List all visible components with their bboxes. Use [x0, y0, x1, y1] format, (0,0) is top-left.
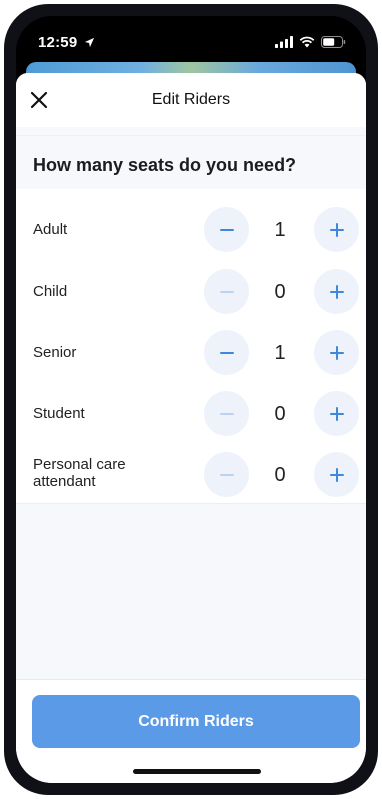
location-arrow-icon	[84, 35, 95, 52]
rider-row-senior: Senior 1	[16, 323, 366, 383]
child-increment-button[interactable]	[314, 269, 359, 314]
rider-row-child: Child 0	[16, 262, 366, 322]
confirm-riders-button[interactable]: Confirm Riders	[32, 695, 360, 748]
attendant-count: 0	[274, 464, 286, 486]
student-count: 0	[274, 403, 286, 425]
rider-row-student: Student 0	[16, 384, 366, 444]
senior-increment-button[interactable]	[314, 330, 359, 375]
student-decrement-button[interactable]	[204, 391, 249, 436]
seats-question: How many seats do you need?	[16, 135, 366, 191]
sheet-footer: Confirm Riders	[16, 679, 366, 783]
student-increment-button[interactable]	[314, 391, 359, 436]
adult-decrement-button[interactable]	[204, 207, 249, 252]
rider-row-adult: Adult 1	[16, 200, 366, 260]
senior-decrement-button[interactable]	[204, 330, 249, 375]
rider-label-child: Child	[33, 283, 68, 300]
sheet-header: Edit Riders	[16, 73, 366, 127]
minus-icon	[219, 412, 234, 415]
adult-increment-button[interactable]	[314, 207, 359, 252]
page-title: Edit Riders	[151, 91, 231, 108]
adult-count: 1	[274, 219, 286, 241]
child-count: 0	[274, 281, 286, 303]
rider-label-student: Student	[33, 405, 85, 422]
attendant-increment-button[interactable]	[314, 452, 359, 497]
plus-icon	[329, 345, 344, 360]
wifi-icon	[299, 35, 315, 53]
attendant-decrement-button[interactable]	[204, 452, 249, 497]
senior-count: 1	[274, 342, 286, 364]
rider-label-personal-care-attendant: Personal care attendant	[33, 456, 126, 490]
child-decrement-button[interactable]	[204, 269, 249, 314]
plus-icon	[329, 284, 344, 299]
minus-icon	[219, 290, 234, 293]
screen: 12:59 Edit Riders How many seats do you …	[16, 16, 366, 783]
status-icons	[275, 35, 346, 53]
status-time: 12:59	[38, 34, 95, 52]
home-indicator	[133, 769, 261, 774]
signal-icon	[275, 35, 293, 53]
minus-icon	[219, 351, 234, 354]
rider-label-senior: Senior	[33, 344, 77, 361]
status-time-text: 12:59	[38, 34, 78, 51]
plus-icon	[329, 406, 344, 421]
phone-frame: 12:59 Edit Riders How many seats do you …	[4, 4, 378, 795]
rider-row-personal-care-attendant: Personal care attendant 0	[16, 444, 366, 504]
minus-icon	[219, 228, 234, 231]
battery-icon	[321, 35, 346, 53]
rider-label-adult: Adult	[33, 221, 68, 238]
sheet-empty-area	[16, 504, 366, 679]
plus-icon	[329, 222, 344, 237]
rider-list: Adult 1 Child 0 Senior 1 Student 0 Perso…	[16, 189, 366, 504]
seats-question-text: How many seats do you need?	[33, 155, 297, 175]
edit-riders-sheet: Edit Riders How many seats do you need? …	[16, 73, 366, 783]
minus-icon	[219, 473, 234, 476]
plus-icon	[329, 467, 344, 482]
